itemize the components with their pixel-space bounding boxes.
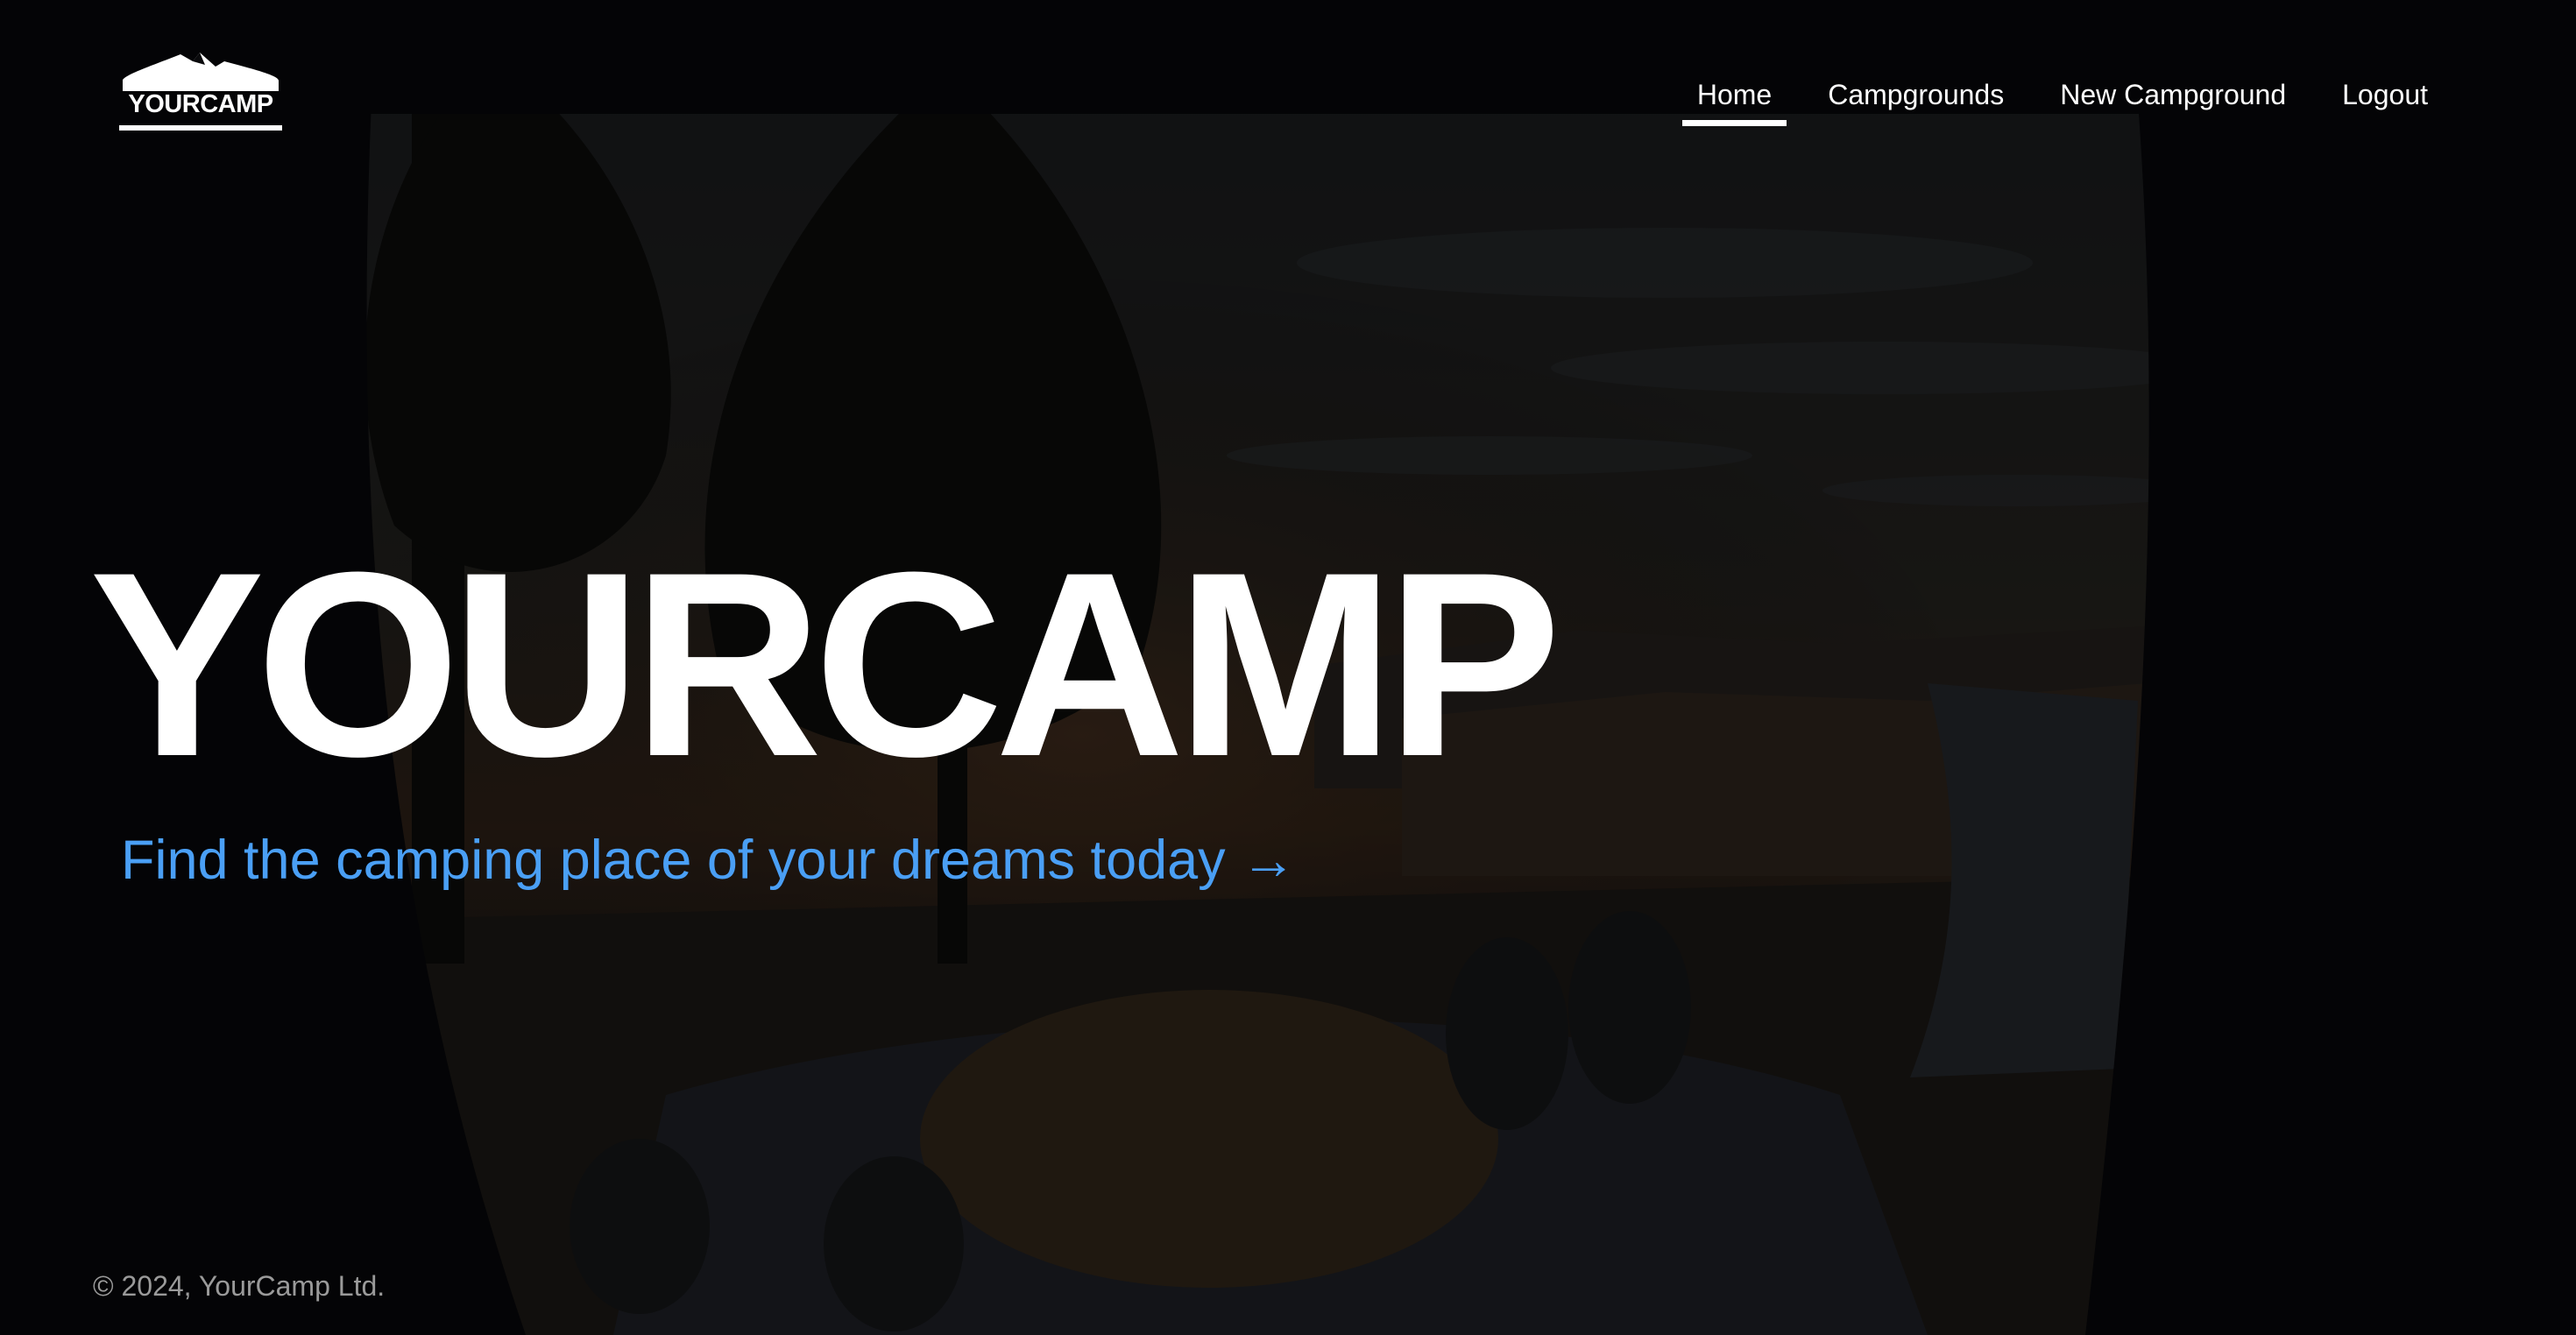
hero-title: YOURCAMP <box>89 517 1561 811</box>
brand-logo[interactable]: YOURCAMP <box>119 49 282 137</box>
nav-new-campground[interactable]: New Campground <box>2045 72 2301 117</box>
find-campground-link[interactable]: Find the camping place of your dreams to… <box>121 825 1296 895</box>
mountain-logo-icon <box>123 53 279 91</box>
nav-home[interactable]: Home <box>1681 72 1787 126</box>
main-nav: Home Campgrounds New Campground Logout <box>1656 72 2443 126</box>
logo-underline <box>119 125 282 131</box>
logo-text: YOURCAMP <box>128 90 273 118</box>
footer-copyright: © 2024, YourCamp Ltd. <box>93 1270 386 1302</box>
nav-campgrounds[interactable]: Campgrounds <box>1813 72 2019 117</box>
landing-page: YOURCAMP Home Campgrounds New Campground… <box>0 0 2576 1335</box>
nav-logout[interactable]: Logout <box>2327 72 2443 117</box>
